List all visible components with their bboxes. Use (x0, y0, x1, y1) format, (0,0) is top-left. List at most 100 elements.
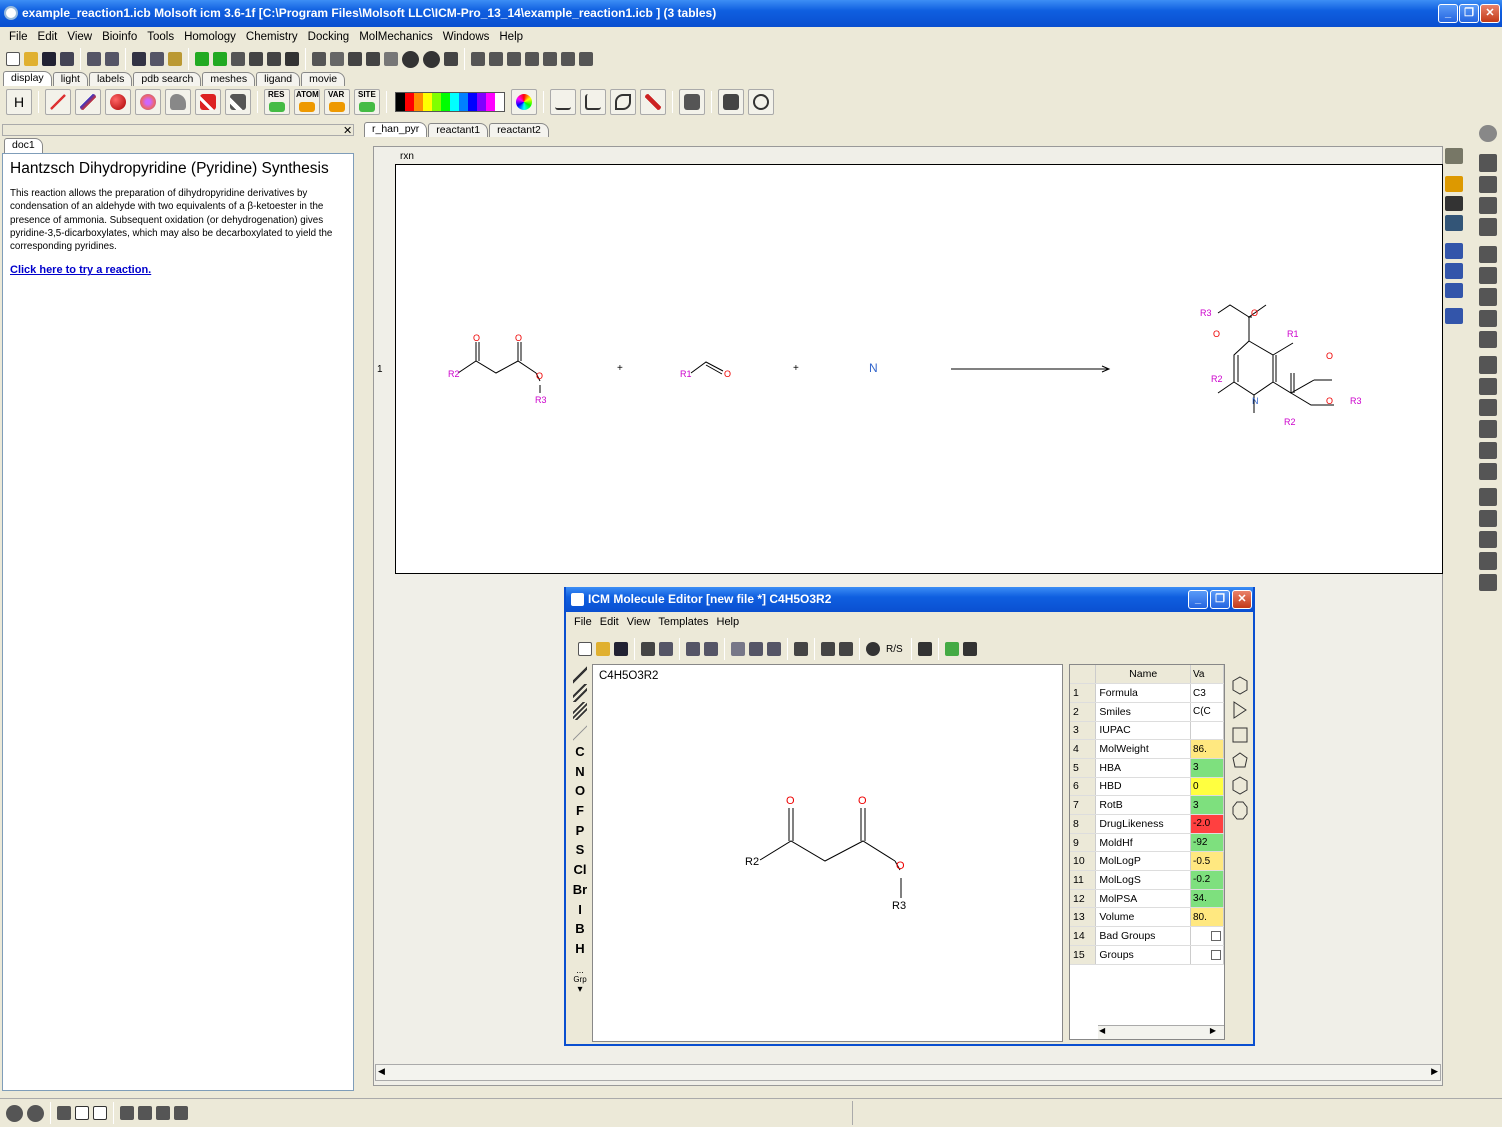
status-sphere2-icon[interactable] (27, 1104, 44, 1122)
property-row[interactable]: 7 RotB 3 (1070, 795, 1225, 815)
bookmark-icon[interactable] (168, 52, 182, 66)
menu-homology[interactable]: Homology (179, 31, 241, 43)
hammer-icon[interactable] (1445, 148, 1463, 164)
display-mode2-icon[interactable] (1479, 288, 1497, 306)
align5-icon[interactable] (1479, 441, 1497, 459)
mol-rs-label[interactable]: R/S (886, 644, 903, 655)
menu-view[interactable]: View (62, 31, 97, 43)
column-header-rxn[interactable]: rxn (400, 151, 414, 162)
mol-new-icon[interactable] (578, 642, 592, 656)
mol-atom-label-icon[interactable] (917, 642, 932, 656)
grid-view-icon[interactable] (1445, 282, 1463, 299)
palette-swatch[interactable] (396, 93, 405, 111)
status-sphere1-icon[interactable] (6, 1104, 23, 1122)
element-i[interactable]: I (571, 900, 589, 920)
stairs-icon[interactable] (249, 52, 263, 66)
grid-header-name[interactable]: Name (1095, 665, 1191, 685)
tab-light[interactable]: light (52, 72, 88, 86)
element-f[interactable]: F (571, 801, 589, 821)
mol-undo-icon[interactable] (686, 642, 700, 656)
mol-maximize-button[interactable]: ❐ (1210, 590, 1230, 609)
tab-r-han-pyr[interactable]: r_han_pyr (364, 122, 428, 137)
property-value[interactable]: 80. (1190, 907, 1225, 928)
sphere-icon[interactable] (402, 50, 419, 68)
stick-button[interactable] (75, 89, 101, 115)
property-row[interactable]: 14 Bad Groups (1070, 926, 1225, 946)
palette-swatch[interactable] (414, 93, 423, 111)
property-row[interactable]: 8 DrugLikeness -2.0 (1070, 814, 1225, 834)
tab-reactant1[interactable]: reactant1 (428, 123, 489, 137)
property-value[interactable] (1190, 945, 1225, 965)
menu-tools[interactable]: Tools (142, 31, 179, 43)
zoom-icon[interactable] (1479, 196, 1497, 215)
surface-icon[interactable] (423, 50, 440, 68)
property-value[interactable] (1190, 926, 1225, 946)
new-file-icon[interactable] (6, 52, 20, 66)
close-button[interactable]: ✕ (1480, 4, 1500, 23)
property-value[interactable] (1190, 721, 1225, 741)
stop-button[interactable] (718, 89, 744, 115)
menu-windows[interactable]: Windows (438, 31, 495, 43)
grid-icon[interactable] (285, 52, 299, 66)
palette-swatch[interactable] (477, 93, 486, 111)
table-icon[interactable] (366, 52, 380, 66)
status-window-icon[interactable] (75, 1106, 89, 1120)
grid-scrollbar[interactable]: ◀ ▶ (1098, 1025, 1224, 1039)
mol-menu-file[interactable]: File (570, 616, 596, 628)
triple-bond-icon[interactable] (573, 702, 587, 720)
mol-menu-templates[interactable]: Templates (654, 616, 712, 628)
label-site-button[interactable]: SITE (354, 89, 380, 115)
mol-redo-icon[interactable] (704, 642, 718, 656)
cyclopropane-icon[interactable] (1233, 701, 1247, 719)
maximize-button[interactable]: ❐ (1459, 4, 1479, 23)
align-top-icon[interactable] (471, 52, 485, 66)
mol-menu-help[interactable]: Help (713, 616, 744, 628)
mol-cut-icon[interactable] (749, 642, 763, 656)
palette-swatch[interactable] (405, 93, 414, 111)
ball-button[interactable] (105, 89, 131, 115)
property-value[interactable]: 86. (1190, 739, 1225, 759)
mol-open-icon[interactable] (596, 642, 610, 656)
save-all-icon[interactable] (60, 52, 74, 66)
cloud-icon[interactable] (1479, 245, 1497, 263)
menu-bioinfo[interactable]: Bioinfo (97, 31, 142, 43)
cpk-button[interactable] (135, 89, 161, 115)
property-value[interactable]: 0 (1190, 777, 1225, 797)
status-fish-icon[interactable] (156, 1106, 170, 1120)
menu-edit[interactable]: Edit (33, 31, 63, 43)
cyclobutane-icon[interactable] (1232, 727, 1248, 743)
list-view-icon[interactable] (1445, 262, 1463, 279)
scroll-right-icon[interactable]: ▶ (1431, 1066, 1438, 1077)
palette-swatch[interactable] (450, 93, 459, 111)
select-icon[interactable] (195, 52, 209, 66)
tab-ligand[interactable]: ligand (256, 72, 301, 86)
mol-target-icon[interactable] (866, 642, 880, 656)
clip-icon[interactable] (1479, 218, 1497, 236)
align1-icon[interactable] (1479, 356, 1497, 374)
property-value[interactable]: 3 (1190, 795, 1225, 815)
skin-button[interactable] (165, 89, 191, 115)
display-mode-icon[interactable] (1479, 266, 1497, 285)
property-row[interactable]: 3 IUPAC (1070, 721, 1225, 741)
mol-copy-icon[interactable] (731, 642, 745, 656)
left-panel-close-icon[interactable]: ✕ (343, 124, 352, 137)
property-row[interactable]: 2 Smiles C(C (1070, 702, 1225, 722)
align-mid2-icon[interactable] (525, 52, 539, 66)
grid-scroll-left-icon[interactable]: ◀ (1099, 1026, 1105, 1035)
property-value[interactable]: 3 (1190, 758, 1225, 778)
tool3-icon[interactable] (1479, 530, 1497, 549)
tool4-icon[interactable] (1479, 552, 1497, 570)
palette-swatch[interactable] (459, 93, 468, 111)
property-row[interactable]: 12 MolPSA 34. (1070, 889, 1225, 909)
ribbon-button[interactable] (195, 89, 221, 115)
tab-meshes[interactable]: meshes (202, 72, 256, 86)
property-value[interactable]: -2.0 (1190, 814, 1225, 834)
status-hand-icon[interactable] (174, 1106, 188, 1120)
element-b[interactable]: B (571, 919, 589, 939)
mol-clean-icon[interactable] (641, 642, 655, 656)
plot-icon[interactable] (1445, 308, 1463, 324)
horizontal-scrollbar[interactable]: ◀ ▶ (375, 1064, 1441, 1081)
palette-swatch[interactable] (441, 93, 450, 111)
tab-labels[interactable]: labels (88, 72, 133, 86)
save-icon[interactable] (42, 52, 56, 66)
